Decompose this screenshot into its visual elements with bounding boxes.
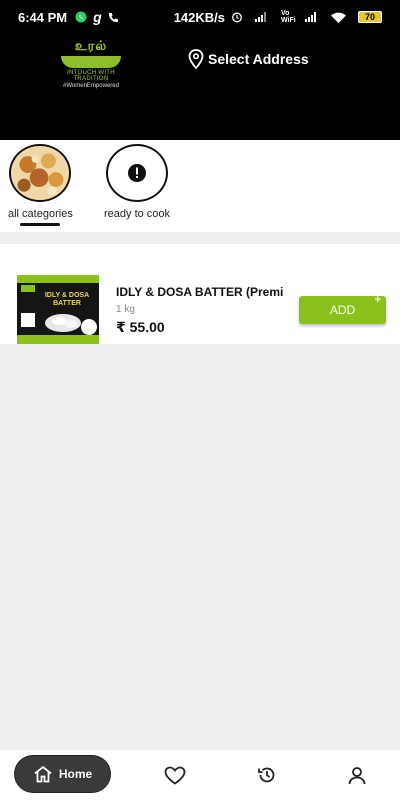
brand-logo: உரல் INTOUCH WITH TRADITION #WomenEmpowe…: [58, 38, 124, 89]
category-ready-to-cook[interactable]: ready to cook: [104, 144, 170, 220]
category-label: ready to cook: [104, 208, 171, 220]
svg-text:BATTER: BATTER: [53, 300, 81, 307]
product-card[interactable]: IDLY & DOSA BATTER IDLY & DOSA BATTER (P…: [0, 244, 400, 344]
food-platter-image: [9, 144, 72, 202]
logo-brand-text: உரல்: [74, 38, 108, 53]
add-button-label: ADD: [329, 303, 356, 317]
volte-label: Vo WiFi: [281, 10, 296, 24]
plus-icon: +: [374, 294, 381, 306]
app-header: 6:44 PM g 142KB/s Vo WiFi 70 உரல் INTOUC…: [0, 0, 400, 140]
location-pin-icon: [188, 49, 204, 69]
logo-tagline: INTOUCH WITH TRADITION: [67, 70, 115, 82]
signal-icon-2: [305, 12, 319, 22]
status-bar: 6:44 PM g 142KB/s Vo WiFi 70: [0, 0, 400, 34]
category-label: all categories: [8, 208, 73, 220]
product-price: ₹ 55.00: [116, 319, 165, 335]
alarm-icon: [231, 11, 243, 23]
product-name: IDLY & DOSA BATTER (Premium): [116, 285, 284, 299]
product-quantity: 1 kg: [116, 304, 135, 315]
home-icon: [34, 765, 52, 783]
svg-text:IDLY & DOSA: IDLY & DOSA: [45, 292, 89, 299]
exclamation-icon: [106, 144, 169, 202]
net-speed: 142KB/s: [173, 9, 225, 25]
status-time: 6:44 PM: [18, 9, 68, 25]
history-icon[interactable]: [256, 765, 278, 785]
add-to-cart-button[interactable]: ADD +: [299, 294, 386, 324]
select-address-button[interactable]: Select Address: [188, 49, 309, 69]
bottom-navigation: Home: [0, 750, 400, 800]
select-address-label: Select Address: [208, 51, 309, 67]
whatsapp-icon: [75, 11, 87, 23]
logo-bowl-graphic: [61, 56, 121, 68]
user-icon[interactable]: [346, 765, 368, 785]
category-all[interactable]: all categories: [8, 144, 73, 226]
battery-indicator: 70: [358, 11, 382, 23]
phone-icon: [108, 12, 119, 23]
product-image: IDLY & DOSA BATTER: [17, 275, 99, 344]
wifi-icon: [331, 12, 346, 23]
category-strip: all categories ready to cook: [0, 140, 400, 232]
nav-home-label: Home: [58, 767, 93, 781]
heart-icon[interactable]: [164, 765, 186, 785]
logo-hashtag: #WomenEmpowered: [63, 83, 119, 89]
nav-home-button[interactable]: Home: [15, 756, 110, 792]
app-g-icon: g: [93, 9, 102, 25]
signal-icon-1: [255, 12, 269, 22]
selected-indicator: [20, 223, 61, 226]
